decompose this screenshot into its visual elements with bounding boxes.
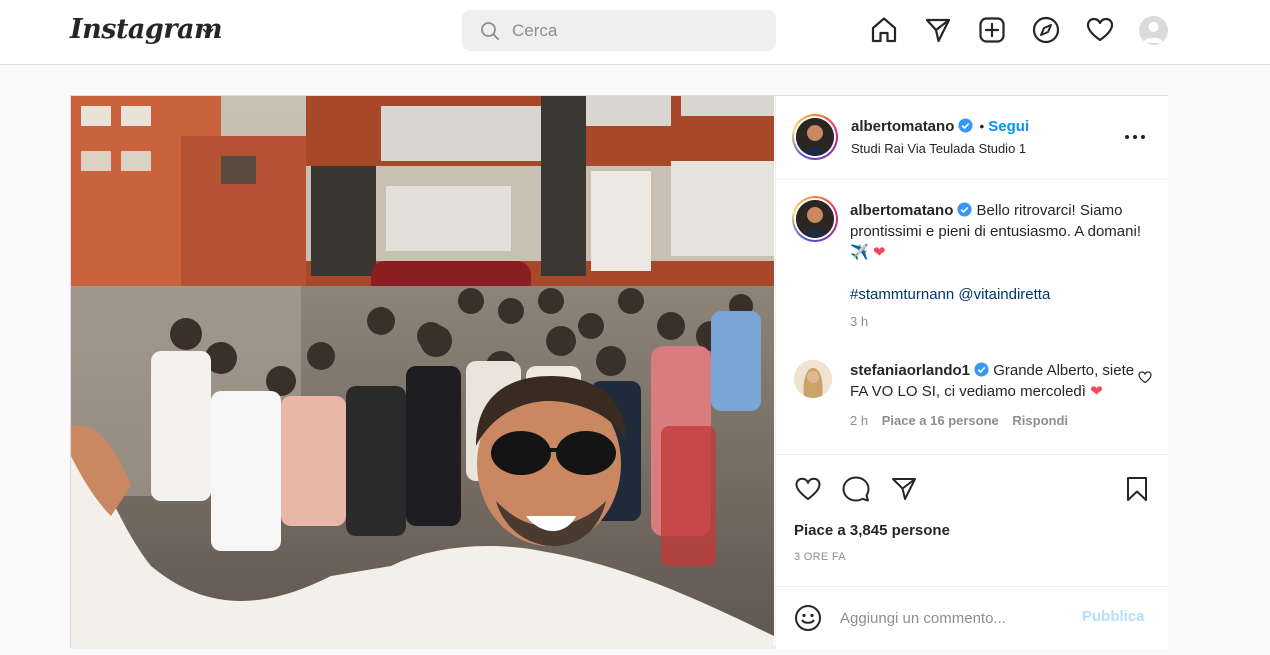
post-location[interactable]: Studi Rai Via Teulada Studio 1 (851, 141, 1026, 156)
instagram-logo[interactable]: Instagram (70, 14, 223, 45)
commenter-avatar[interactable] (794, 360, 832, 398)
publish-button[interactable]: Pubblica (1082, 608, 1145, 625)
caption-hashtags[interactable]: #stammturnann @vitaindiretta (850, 284, 1150, 305)
separator-dot: • (979, 118, 985, 134)
group-selfie-photo (71, 96, 774, 649)
follow-button[interactable]: Segui (988, 118, 1029, 135)
new-post-icon[interactable] (977, 15, 1007, 45)
comment-like-heart-icon[interactable] (1138, 370, 1152, 384)
save-bookmark-icon[interactable] (1123, 475, 1151, 503)
verified-badge-icon (958, 118, 973, 133)
like-heart-icon[interactable] (794, 475, 822, 503)
share-direct-icon[interactable] (890, 475, 918, 503)
caption-username[interactable]: albertomatano (850, 202, 953, 219)
search-input[interactable] (512, 18, 762, 44)
profile-avatar[interactable] (1139, 16, 1168, 45)
post-card: albertomatano • Segui Studi Rai Via Teulad… (70, 95, 1169, 649)
caption-avatar[interactable] (792, 196, 838, 242)
post-caption: albertomatano Bello ritrovarci! Siamo pr… (850, 200, 1150, 332)
activity-heart-icon[interactable] (1085, 15, 1115, 45)
verified-badge-icon (957, 202, 972, 217)
red-heart-emoji: ❤ (1090, 383, 1103, 400)
more-options-icon[interactable] (1123, 132, 1147, 142)
post-timestamp: 3 ORE FA (794, 551, 846, 563)
verified-badge-icon (974, 362, 989, 377)
post-header: albertomatano • Segui Studi Rai Via Teulad… (776, 96, 1169, 180)
post-side-panel: albertomatano • Segui Studi Rai Via Teulad… (775, 96, 1169, 649)
comment-item: stefaniaorlando1 Grande Alberto, siete F… (850, 360, 1140, 431)
home-icon[interactable] (869, 15, 899, 45)
commenter-username[interactable]: stefaniaorlando1 (850, 362, 970, 379)
author-avatar[interactable] (792, 114, 838, 160)
red-heart-emoji: ❤ (872, 244, 886, 261)
search-bar[interactable] (462, 10, 776, 51)
post-actions: Piace a 3,845 persone 3 ORE FA (776, 454, 1169, 586)
caption-time: 3 h (850, 314, 869, 329)
comment-likes-link[interactable]: Piace a 16 persone (882, 413, 999, 428)
direct-message-icon[interactable] (923, 15, 953, 45)
top-navigation-bar: Instagram (0, 0, 1270, 65)
comment-input[interactable] (840, 607, 1070, 629)
emoji-icon[interactable] (794, 604, 822, 632)
post-photo[interactable] (71, 96, 774, 649)
add-comment-bar: Pubblica (776, 586, 1169, 649)
author-username[interactable]: albertomatano (851, 118, 954, 135)
search-icon (481, 22, 499, 40)
explore-icon[interactable] (1031, 15, 1061, 45)
comment-time: 2 h (850, 413, 869, 428)
comment-reply-button[interactable]: Rispondi (1012, 413, 1068, 428)
likes-count[interactable]: Piace a 3,845 persone (794, 522, 950, 539)
comment-bubble-icon[interactable] (842, 475, 870, 503)
chevron-down-icon[interactable] (201, 24, 215, 38)
